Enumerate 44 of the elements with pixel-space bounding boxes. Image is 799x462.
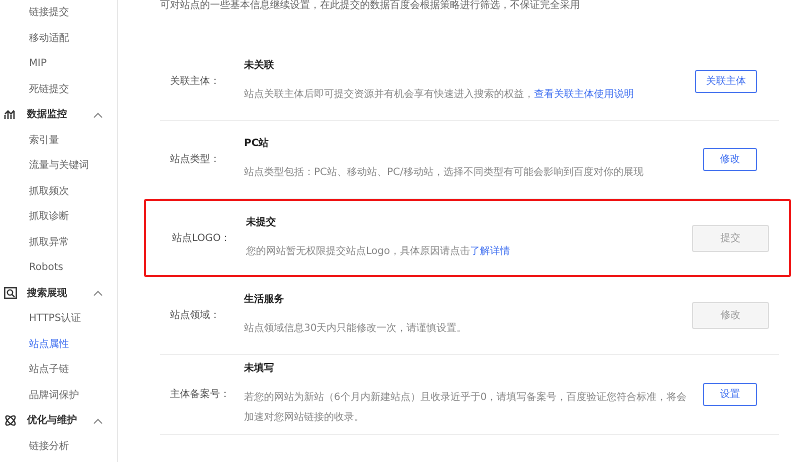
sidebar-item[interactable]: 索引量 bbox=[0, 128, 117, 153]
sidebar-item[interactable]: 抓取诊断 bbox=[0, 204, 117, 230]
sidebar-item[interactable]: 站点子链 bbox=[0, 357, 117, 382]
action-button[interactable]: 关联主体 bbox=[695, 70, 757, 93]
chart-icon bbox=[4, 109, 17, 120]
field-value: 未填写 bbox=[244, 362, 275, 376]
sidebar-group-header[interactable]: 搜索展现 bbox=[0, 280, 117, 306]
field-label: 主体备案号： bbox=[169, 388, 231, 402]
field-description: 您的网站暂无权限提交站点Logo，具体原因请点击了解详情 bbox=[246, 244, 511, 258]
field-value: 未提交 bbox=[246, 215, 277, 230]
help-link[interactable]: 查看关联主体使用说明 bbox=[534, 89, 634, 100]
sidebar-item[interactable]: 死链提交 bbox=[0, 76, 117, 102]
sidebar-item[interactable]: 站点属性 bbox=[0, 332, 117, 357]
field-description: 站点领域信息30天内只能修改一次，请谨慎设置。 bbox=[244, 322, 468, 336]
sidebar-item[interactable]: 链接提交 bbox=[0, 0, 117, 26]
sidebar-item[interactable]: 抓取异常 bbox=[0, 230, 117, 255]
field-label: 站点类型： bbox=[169, 152, 221, 167]
sidebar-item[interactable]: 移动适配 bbox=[0, 26, 117, 51]
sidebar-item[interactable]: Robots bbox=[0, 255, 117, 280]
field-label: 站点LOGO： bbox=[171, 232, 232, 246]
action-button[interactable]: 修改 bbox=[703, 148, 757, 171]
sidebar-item[interactable]: 链接分析 bbox=[0, 434, 117, 459]
sidebar-group-header[interactable]: 优化与维护 bbox=[0, 408, 117, 434]
sidebar-item[interactable]: 品牌词保护 bbox=[0, 382, 117, 408]
field-value: 未关联 bbox=[244, 58, 275, 73]
field-label: 关联主体： bbox=[169, 74, 221, 89]
field-value: 生活服务 bbox=[244, 292, 285, 307]
sidebar-item[interactable]: 抓取频次 bbox=[0, 178, 117, 204]
chevron-icon bbox=[93, 112, 103, 118]
field-description: 站点类型包括：PC站、移动站、PC/移动站，选择不同类型有可能会影响到百度对你的展现 bbox=[244, 166, 644, 180]
sidebar-item[interactable]: 流量与关键词 bbox=[0, 153, 117, 178]
chevron-icon bbox=[93, 290, 103, 296]
atom-icon bbox=[4, 414, 17, 428]
help-link[interactable]: 了解详情 bbox=[470, 246, 510, 256]
sidebar-item[interactable]: MIP bbox=[0, 51, 117, 76]
sidebar-group-header[interactable]: 数据监控 bbox=[0, 102, 117, 128]
search-icon bbox=[4, 287, 17, 300]
sidebar-item[interactable]: HTTPS认证 bbox=[0, 306, 117, 332]
action-button[interactable]: 设置 bbox=[703, 383, 757, 406]
chevron-icon bbox=[93, 418, 103, 424]
field-value: PC站 bbox=[244, 136, 270, 151]
field-label: 站点领域： bbox=[169, 308, 221, 323]
field-description: 若您的网站为新站（6个月内新建站点）且收录近乎于0，请填写备案号，百度验证您符合标准，将会加速对您网站链接的收录。 bbox=[244, 390, 688, 425]
field-description: 站点关联主体后即可提交资源并有机会享有快速进入搜索的权益，查看关联主体使用说明 bbox=[244, 88, 635, 102]
